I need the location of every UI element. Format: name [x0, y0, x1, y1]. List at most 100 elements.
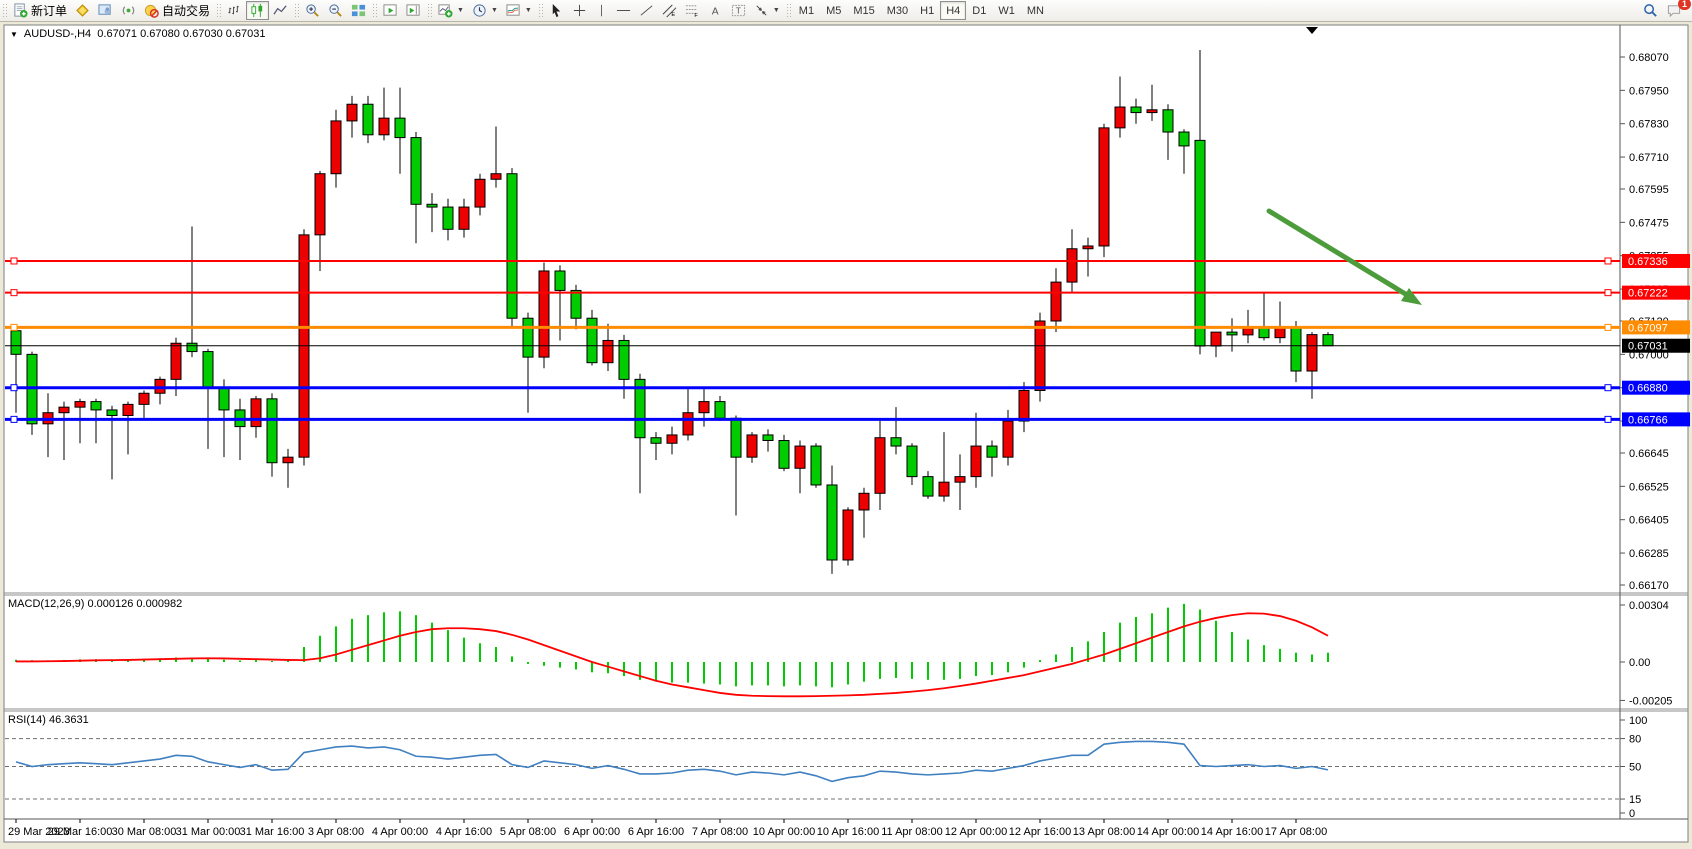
market-watch-button[interactable]	[71, 1, 94, 20]
new-order-button[interactable]: 新订单	[9, 1, 71, 20]
chart-canvas[interactable]: 0.680700.679500.678300.677100.675950.674…	[0, 22, 1692, 844]
svg-text:80: 80	[1629, 734, 1641, 746]
horizontal-line-button[interactable]	[612, 1, 635, 20]
timeframe-button-m30[interactable]: M30	[881, 1, 914, 20]
cursor-icon	[549, 3, 564, 18]
svg-text:0.67830: 0.67830	[1629, 119, 1669, 131]
chart-shift-button[interactable]	[402, 1, 425, 20]
autotrading-label: 自动交易	[162, 2, 210, 19]
svg-text:6 Apr 16:00: 6 Apr 16:00	[628, 826, 684, 838]
metaeditor-button[interactable]	[94, 1, 117, 20]
hline-handle[interactable]	[11, 290, 17, 296]
hline-handle[interactable]	[1605, 258, 1611, 264]
candle-bull	[315, 174, 325, 235]
timeframe-button-m1[interactable]: M1	[793, 1, 820, 20]
timeframe-button-h4[interactable]: H4	[940, 1, 966, 20]
text-label-button[interactable]: T	[727, 1, 750, 20]
pane-splitter-rsi[interactable]	[0, 707, 1692, 712]
timeframe-button-mn[interactable]: MN	[1021, 1, 1050, 20]
toolbar-grip[interactable]	[294, 3, 299, 19]
hline-handle[interactable]	[11, 416, 17, 422]
candlestick-chart-button[interactable]	[246, 1, 269, 20]
timeframe-button-h1[interactable]: H1	[914, 1, 940, 20]
trendline-button[interactable]	[635, 1, 658, 20]
toolbar-grip[interactable]	[427, 3, 432, 19]
toolbar-grip[interactable]	[216, 3, 221, 19]
candle-bear	[619, 340, 629, 379]
chart-window[interactable]: 0.680700.679500.678300.677100.675950.674…	[0, 22, 1692, 844]
candle-bull	[1147, 110, 1157, 113]
signals-button[interactable]	[117, 1, 140, 20]
svg-text:11 Apr 08:00: 11 Apr 08:00	[881, 826, 943, 838]
hline-handle[interactable]	[1605, 290, 1611, 296]
chart-menu-triangle-icon[interactable]: ▼	[10, 30, 18, 39]
hline-handle[interactable]	[11, 385, 17, 391]
hline-handle[interactable]	[11, 258, 17, 264]
candle-bear	[907, 446, 917, 477]
autotrading-button[interactable]: 自动交易	[140, 1, 214, 20]
candle-bear	[1131, 107, 1141, 113]
bar-chart-button[interactable]	[223, 1, 246, 20]
chevron-down-icon: ▼	[491, 7, 498, 14]
candle-bear	[987, 446, 997, 457]
arrows-button[interactable]: ▼	[750, 1, 784, 20]
auto-scroll-icon	[383, 3, 398, 18]
zoom-in-button[interactable]	[301, 1, 324, 20]
svg-text:29 Mar 16:00: 29 Mar 16:00	[48, 826, 113, 838]
candle-bear	[187, 343, 197, 351]
svg-text:0.00304: 0.00304	[1629, 600, 1669, 612]
fibonacci-button[interactable]: F	[681, 1, 704, 20]
zoom-out-button[interactable]	[324, 1, 347, 20]
candle-bull	[843, 510, 853, 560]
timeframe-button-w1[interactable]: W1	[992, 1, 1021, 20]
timeframe-button-m15[interactable]: M15	[847, 1, 880, 20]
candle-bull	[859, 493, 869, 510]
bar-chart-icon	[227, 3, 242, 18]
svg-text:0.67222: 0.67222	[1628, 288, 1668, 300]
candle-bull	[475, 179, 485, 207]
candle-bear	[1227, 332, 1237, 335]
timeframe-button-m5[interactable]: M5	[820, 1, 847, 20]
toolbar-grip[interactable]	[372, 3, 377, 19]
notifications-button[interactable]: 1	[1662, 1, 1686, 20]
hline-handle[interactable]	[1605, 416, 1611, 422]
search-button[interactable]	[1639, 1, 1662, 20]
candle-bull	[1019, 390, 1029, 421]
tile-windows-button[interactable]	[347, 1, 370, 20]
chevron-down-icon: ▼	[525, 7, 532, 14]
svg-text:10 Apr 00:00: 10 Apr 00:00	[753, 826, 815, 838]
indicators-button[interactable]: ▼	[434, 1, 468, 20]
svg-text:4 Apr 00:00: 4 Apr 00:00	[372, 826, 428, 838]
pane-splitter-macd[interactable]	[0, 591, 1692, 596]
hline-handle[interactable]	[11, 324, 17, 330]
text-button[interactable]: A	[704, 1, 727, 20]
timeframe-button-d1[interactable]: D1	[966, 1, 992, 20]
candle-bear	[91, 402, 101, 410]
candle-bear	[1291, 327, 1301, 371]
svg-text:13 Apr 08:00: 13 Apr 08:00	[1073, 826, 1135, 838]
svg-text:0.66285: 0.66285	[1629, 548, 1669, 560]
candle-bear	[827, 485, 837, 560]
line-chart-button[interactable]	[269, 1, 292, 20]
svg-text:14 Apr 16:00: 14 Apr 16:00	[1201, 826, 1263, 838]
candle-bull	[1067, 249, 1077, 282]
templates-button[interactable]: ▼	[502, 1, 536, 20]
candle-bear	[555, 271, 565, 290]
vertical-line-button[interactable]	[591, 1, 612, 20]
crosshair-button[interactable]	[568, 1, 591, 20]
auto-scroll-button[interactable]	[379, 1, 402, 20]
equidistant-channel-button[interactable]: E	[658, 1, 681, 20]
candle-bull	[939, 482, 949, 496]
periods-button[interactable]: ▼	[468, 1, 502, 20]
hline-handle[interactable]	[1605, 385, 1611, 391]
toolbar-grip[interactable]	[786, 3, 791, 19]
toolbar-grip[interactable]	[2, 3, 7, 19]
arrows-icon	[754, 3, 769, 18]
candle-bull	[1115, 107, 1125, 128]
candle-bull	[875, 438, 885, 494]
cursor-button[interactable]	[545, 1, 568, 20]
candle-bull	[795, 446, 805, 468]
hline-handle[interactable]	[1605, 324, 1611, 330]
toolbar-grip[interactable]	[538, 3, 543, 19]
svg-text:F: F	[694, 13, 698, 18]
